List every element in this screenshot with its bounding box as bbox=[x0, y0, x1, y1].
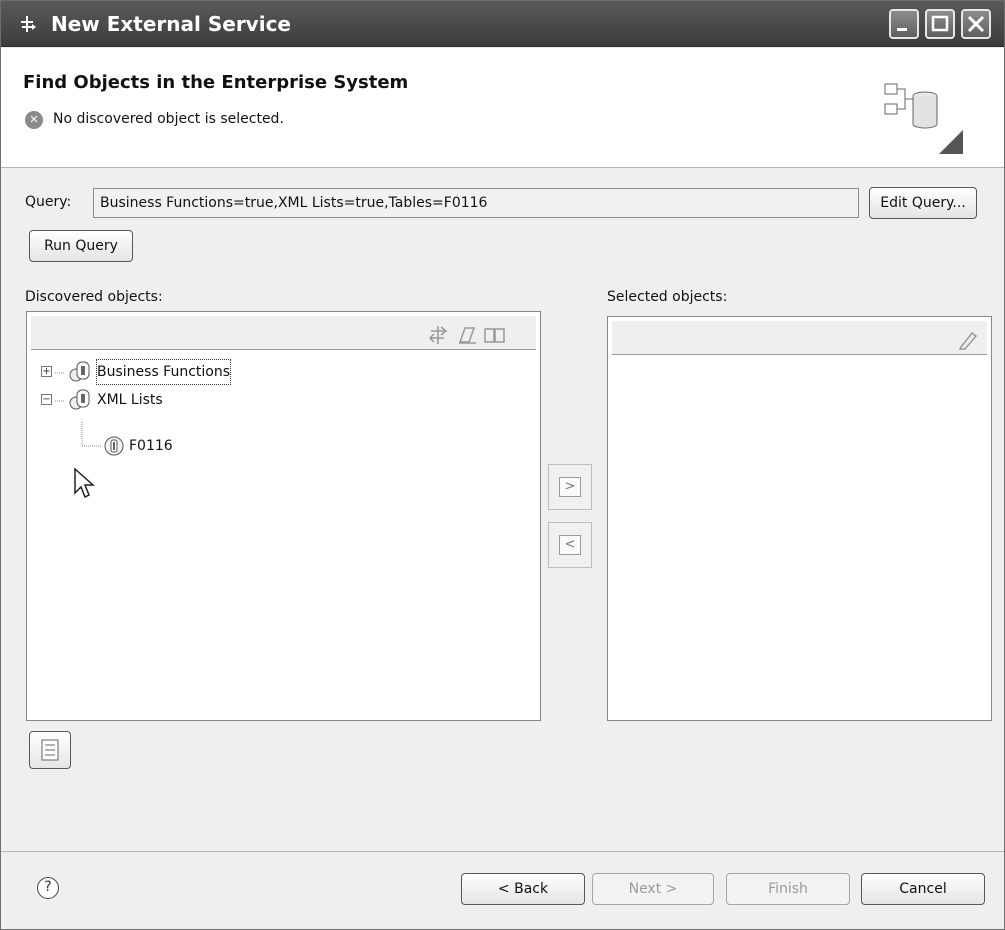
discovered-objects-panel: + Business Functions − XML Lists F0116 bbox=[26, 311, 541, 721]
properties-icon bbox=[41, 739, 59, 761]
run-query-button[interactable]: Run Query bbox=[29, 230, 133, 262]
dialog-window: New External Service Find Objects in the… bbox=[0, 0, 1005, 930]
mouse-pointer-icon bbox=[74, 467, 95, 499]
xml-list-icon bbox=[69, 389, 90, 410]
tree-connector bbox=[81, 422, 101, 447]
query-field[interactable] bbox=[93, 188, 859, 218]
arrow-right-icon: > bbox=[559, 477, 581, 497]
close-icon bbox=[967, 15, 985, 33]
query-label: Query: bbox=[25, 194, 72, 210]
selected-toolbar bbox=[612, 321, 987, 355]
add-selection-button[interactable]: > bbox=[548, 464, 592, 510]
minimize-button[interactable] bbox=[889, 9, 919, 39]
next-button[interactable]: Next > bbox=[592, 873, 714, 905]
filter-icon[interactable] bbox=[428, 324, 450, 346]
footer-separator bbox=[1, 851, 1004, 852]
status-message: No discovered object is selected. bbox=[53, 111, 284, 127]
window-title: New External Service bbox=[51, 12, 291, 36]
enterprise-system-icon bbox=[884, 83, 963, 154]
collapse-icon[interactable]: − bbox=[41, 394, 52, 405]
expand-icon[interactable]: + bbox=[41, 366, 52, 377]
node-label: Business Functions bbox=[95, 359, 232, 385]
tree-connector bbox=[55, 372, 65, 374]
back-button[interactable]: < Back bbox=[461, 873, 585, 905]
maximize-button[interactable] bbox=[925, 9, 955, 39]
business-function-icon bbox=[69, 361, 90, 382]
page-title: Find Objects in the Enterprise System bbox=[23, 72, 409, 93]
tree-item-xml-lists[interactable]: − XML Lists bbox=[41, 388, 301, 412]
tree-item-f0116[interactable]: F0116 bbox=[103, 434, 283, 458]
close-button[interactable] bbox=[961, 9, 991, 39]
finish-button[interactable]: Finish bbox=[726, 873, 850, 905]
edit-icon[interactable] bbox=[957, 329, 979, 351]
edit-query-button[interactable]: Edit Query... bbox=[869, 187, 977, 219]
arrow-left-icon: < bbox=[559, 535, 581, 555]
node-label: F0116 bbox=[129, 438, 173, 454]
error-icon: ✕ bbox=[25, 111, 43, 129]
discovered-objects-label: Discovered objects: bbox=[25, 289, 163, 305]
help-icon[interactable]: ? bbox=[37, 877, 59, 899]
node-label: XML Lists bbox=[97, 392, 163, 408]
properties-button[interactable] bbox=[29, 731, 71, 769]
minimize-icon bbox=[897, 28, 907, 31]
wizard-app-icon bbox=[17, 14, 37, 34]
cancel-button[interactable]: Cancel bbox=[861, 873, 985, 905]
header-banner: Find Objects in the Enterprise System ✕ … bbox=[1, 48, 1004, 168]
table-icon bbox=[104, 436, 124, 456]
book-icon[interactable] bbox=[483, 324, 507, 346]
edit-icon[interactable] bbox=[456, 324, 478, 346]
selected-objects-panel bbox=[607, 316, 992, 721]
discovered-toolbar bbox=[31, 316, 536, 350]
selected-objects-label: Selected objects: bbox=[607, 289, 728, 305]
maximize-icon bbox=[931, 15, 949, 32]
tree-item-business-functions[interactable]: + Business Functions bbox=[41, 359, 301, 385]
title-bar: New External Service bbox=[1, 1, 1004, 47]
tree-connector bbox=[55, 400, 65, 402]
remove-selection-button[interactable]: < bbox=[548, 522, 592, 568]
